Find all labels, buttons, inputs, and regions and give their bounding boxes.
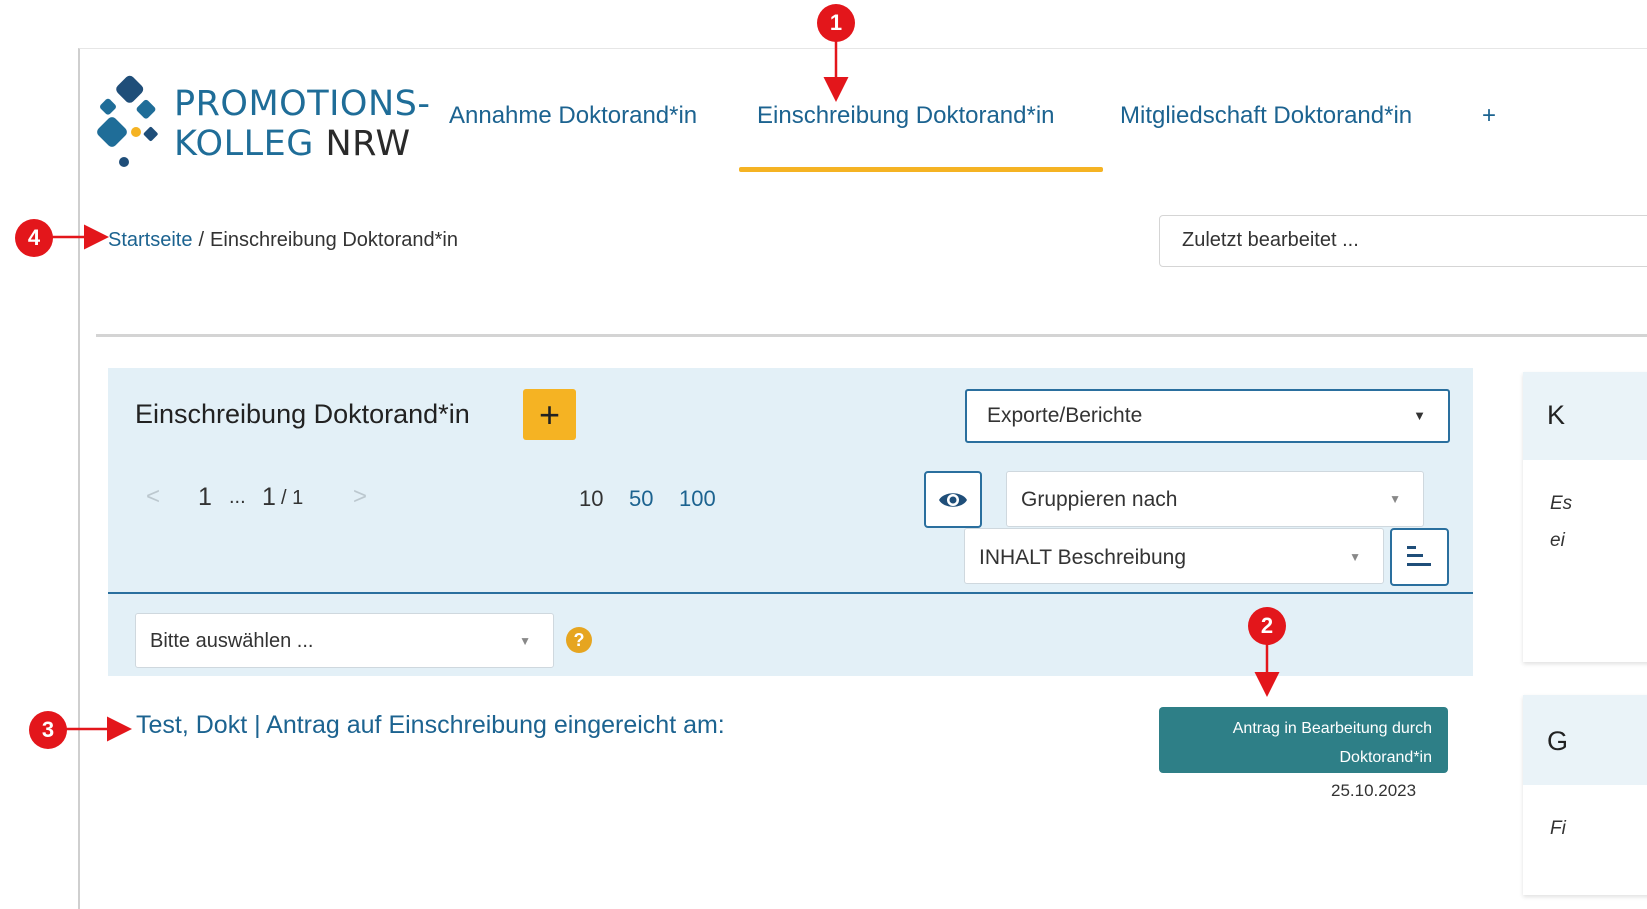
annotation-arrows — [51, 40, 1280, 742]
annotation-marker-3: 3 — [29, 711, 67, 749]
annotation-marker-4: 4 — [15, 219, 53, 257]
annotation-marker-1: 1 — [817, 4, 855, 42]
annotation-marker-2: 2 — [1248, 607, 1286, 645]
